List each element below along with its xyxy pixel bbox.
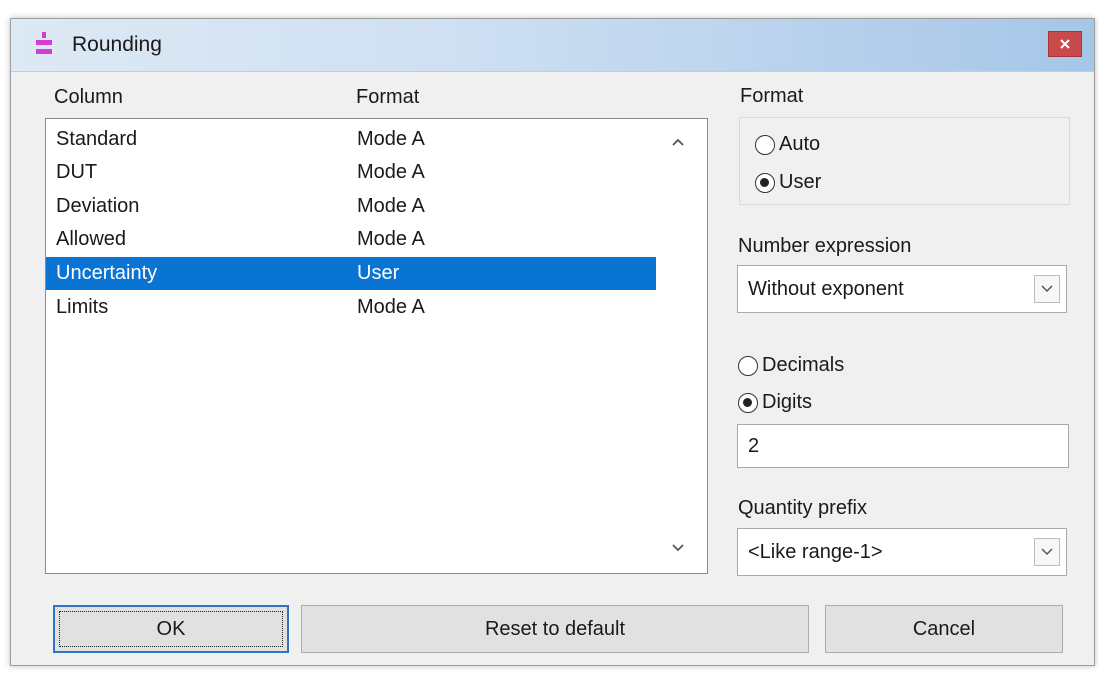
rounding-dialog: Rounding Column Format Standard Mode A D… bbox=[10, 18, 1095, 666]
list-item-column: Limits bbox=[56, 296, 109, 318]
radio-circle bbox=[738, 392, 758, 413]
digits-input[interactable]: 2 bbox=[737, 424, 1069, 468]
dropdown-button[interactable] bbox=[1034, 538, 1060, 566]
list-item-selected[interactable]: Uncertainty User bbox=[46, 257, 656, 290]
list-item-column: Standard bbox=[56, 128, 138, 150]
chevron-down-icon bbox=[1041, 285, 1053, 293]
auto-radio-label: Auto bbox=[779, 133, 821, 155]
auto-radio[interactable]: Auto bbox=[755, 133, 820, 156]
digits-radio[interactable]: Digits bbox=[738, 391, 812, 414]
list-item-format: Mode A bbox=[357, 128, 425, 150]
user-radio[interactable]: User bbox=[755, 171, 821, 194]
number-expression-value: Without exponent bbox=[748, 278, 904, 300]
list-item-column: DUT bbox=[56, 161, 98, 183]
list-item[interactable]: Allowed Mode A bbox=[46, 223, 656, 256]
decimals-radio-label: Decimals bbox=[762, 354, 845, 376]
quantity-prefix-label: Quantity prefix bbox=[738, 497, 867, 519]
digits-radio-label: Digits bbox=[762, 391, 813, 413]
radio-circle bbox=[738, 355, 758, 376]
ok-button[interactable]: OK bbox=[53, 605, 289, 653]
focus-rectangle bbox=[59, 611, 283, 647]
decimals-radio[interactable]: Decimals bbox=[738, 354, 844, 377]
chevron-down-icon bbox=[1041, 548, 1053, 556]
list-item-column: Allowed bbox=[56, 228, 127, 250]
title-bar[interactable]: Rounding bbox=[11, 19, 1094, 72]
quantity-prefix-select[interactable]: <Like range-1> bbox=[737, 528, 1067, 576]
list-item-format: User bbox=[357, 262, 400, 284]
format-group-label: Format bbox=[740, 85, 804, 107]
list-item-format: Mode A bbox=[357, 296, 425, 318]
list-item[interactable]: DUT Mode A bbox=[46, 156, 656, 189]
format-header: Format bbox=[356, 86, 420, 108]
close-button[interactable] bbox=[1048, 31, 1082, 57]
dialog-title: Rounding bbox=[72, 33, 162, 56]
quantity-prefix-value: <Like range-1> bbox=[748, 541, 883, 563]
rounding-app-icon bbox=[36, 32, 52, 54]
list-item[interactable]: Standard Mode A bbox=[46, 123, 656, 156]
list-item[interactable]: Limits Mode A bbox=[46, 291, 656, 324]
list-item[interactable]: Deviation Mode A bbox=[46, 190, 656, 223]
number-expression-select[interactable]: Without exponent bbox=[737, 265, 1067, 313]
list-item-format: Mode A bbox=[357, 195, 425, 217]
list-item-column: Deviation bbox=[56, 195, 140, 217]
user-radio-label: User bbox=[779, 171, 822, 193]
format-group: Auto User bbox=[739, 117, 1070, 205]
number-expression-label: Number expression bbox=[738, 235, 912, 257]
cancel-button-label: Cancel bbox=[912, 617, 976, 640]
scroll-up-arrow-icon[interactable] bbox=[669, 135, 687, 149]
column-header: Column bbox=[54, 86, 123, 108]
close-icon bbox=[1060, 39, 1070, 49]
column-list[interactable]: Standard Mode A DUT Mode A Deviation Mod… bbox=[45, 118, 708, 574]
reset-to-default-button[interactable]: Reset to default bbox=[301, 605, 809, 653]
list-item-format: Mode A bbox=[357, 161, 425, 183]
radio-circle bbox=[755, 172, 775, 193]
list-item-format: Mode A bbox=[357, 228, 425, 250]
radio-circle bbox=[755, 134, 775, 155]
list-item-column: Uncertainty bbox=[56, 262, 158, 284]
digits-input-value: 2 bbox=[748, 435, 760, 457]
cancel-button[interactable]: Cancel bbox=[825, 605, 1063, 653]
scroll-down-arrow-icon[interactable] bbox=[669, 541, 687, 555]
reset-button-label: Reset to default bbox=[484, 617, 626, 640]
dropdown-button[interactable] bbox=[1034, 275, 1060, 303]
